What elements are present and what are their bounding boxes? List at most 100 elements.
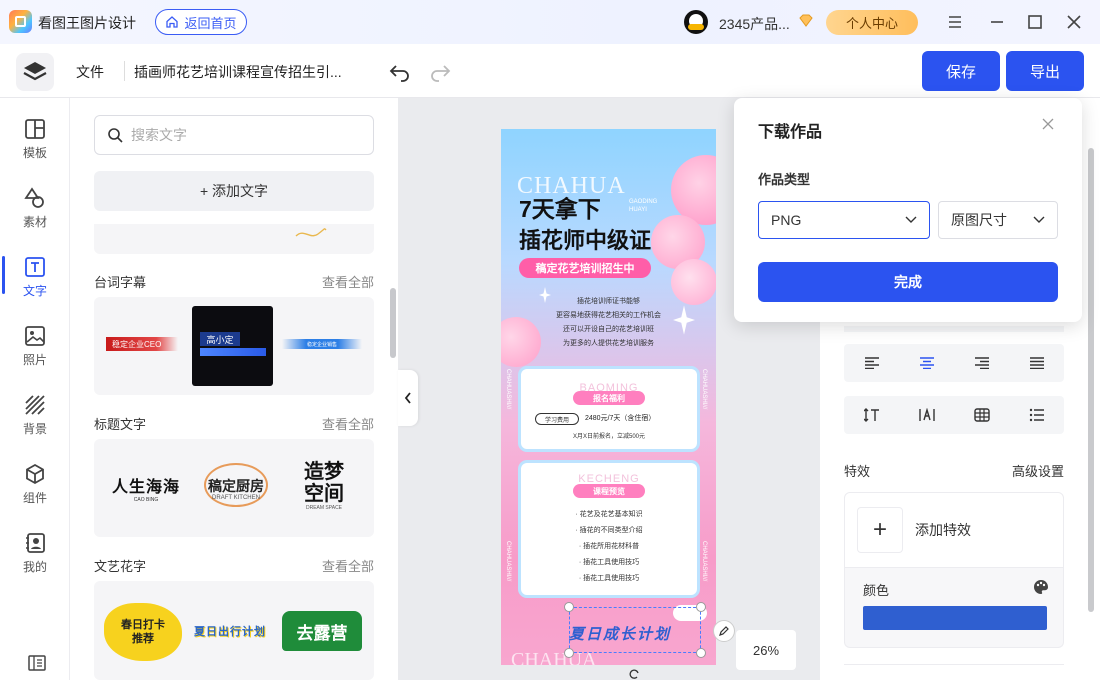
subtitle-sample-3[interactable]: 稳定企业销售 (282, 339, 362, 349)
subtitle-sample-2[interactable]: 高小定 (192, 306, 273, 386)
art-text-sample-2[interactable]: 夏日出行计划 (194, 623, 272, 639)
rotate-icon[interactable] (625, 668, 643, 680)
rail-item-my[interactable]: 我的 (0, 532, 70, 588)
avatar[interactable] (684, 10, 708, 34)
document-title[interactable]: 插画师花艺培训课程宣传招生引... (134, 62, 344, 82)
edit-pen-icon[interactable] (713, 620, 735, 642)
line-height-icon[interactable] (860, 403, 884, 427)
poster-side-text: CHAHUASHI/// (505, 369, 511, 410)
align-justify-icon[interactable] (1025, 351, 1049, 375)
size-select[interactable]: 原图尺寸 (938, 201, 1058, 239)
plus-icon: + (857, 507, 903, 553)
rail-label: 我的 (22, 560, 47, 574)
home-button-label: 返回首页 (184, 15, 237, 31)
color-label: 颜色 (863, 583, 890, 598)
palette-icon[interactable] (1033, 579, 1049, 595)
text-panel: 搜索文字 + 添加文字 台词字幕 查看全部 稳定企业CEO 高小定 稳定企业销售… (70, 98, 398, 680)
resize-handle[interactable] (696, 602, 706, 612)
sparkle-icon (673, 305, 695, 335)
add-text-button[interactable]: + 添加文字 (94, 171, 374, 211)
chevron-left-icon (404, 392, 411, 404)
prev-section-card[interactable] (94, 224, 374, 254)
vip-diamond-icon[interactable] (797, 12, 815, 30)
menu-icon[interactable] (944, 11, 966, 33)
user-name[interactable]: 2345产品... (719, 14, 790, 34)
align-left-icon[interactable] (860, 351, 884, 375)
rail-item-material[interactable]: 素材 (0, 187, 70, 243)
resize-handle[interactable] (564, 648, 574, 658)
search-icon (108, 128, 123, 143)
home-icon (166, 16, 179, 28)
resize-handle[interactable] (696, 648, 706, 658)
title-sample-1[interactable]: 人生海海 CAO BING (108, 473, 184, 503)
layers-logo-icon[interactable] (16, 53, 54, 91)
redo-icon[interactable] (428, 60, 452, 84)
dialog-close-icon[interactable] (1042, 118, 1054, 130)
background-icon (25, 395, 45, 415)
selection-box[interactable] (569, 607, 701, 653)
home-button[interactable]: 返回首页 (155, 9, 247, 35)
prev-control-row (844, 326, 1064, 332)
file-menu[interactable]: 文件 (76, 62, 104, 82)
align-center-icon[interactable] (915, 351, 939, 375)
close-icon[interactable] (1063, 11, 1085, 33)
add-effect-button[interactable]: + 添加特效 (844, 492, 1064, 568)
view-all-link[interactable]: 查看全部 (322, 556, 374, 575)
save-button[interactable]: 保存 (922, 51, 1000, 91)
subtitle-sample-1[interactable]: 稳定企业CEO (106, 337, 178, 351)
dialog-title: 下载作品 (758, 124, 823, 141)
subtitle-samples-card: 稳定企业CEO 高小定 稳定企业销售 (94, 297, 374, 395)
art-text-sample-1[interactable]: 春日打卡推荐 (104, 603, 182, 661)
app-logo-icon (9, 10, 32, 33)
component-icon (26, 463, 44, 485)
rail-item-photo[interactable]: 照片 (0, 325, 70, 381)
title-sample-3[interactable]: 造梦空间 DREAM SPACE (290, 461, 358, 511)
align-right-icon[interactable] (970, 351, 994, 375)
section-header-subtitles: 台词字幕 查看全部 (94, 272, 374, 291)
my-icon (26, 533, 45, 553)
rail-item-template[interactable]: 模板 (0, 118, 70, 174)
poster-card-signup: BAOMING 报名福利 学习费用 2480元/7天（含住宿） X月X日前报名，… (521, 369, 697, 449)
poster-headline-2: 插花师中级证 (519, 228, 652, 253)
panel-toggle-icon[interactable] (28, 655, 46, 671)
panel-scrollbar[interactable] (390, 288, 396, 358)
chevron-down-icon (1033, 216, 1045, 223)
minimize-icon[interactable] (986, 11, 1008, 33)
export-button[interactable]: 导出 (1006, 51, 1084, 91)
list-icon[interactable] (1025, 403, 1049, 427)
format-select[interactable]: PNG (758, 201, 930, 239)
personal-center-button[interactable]: 个人中心 (826, 10, 918, 35)
rail-item-background[interactable]: 背景 (0, 394, 70, 450)
format-value: PNG (771, 212, 802, 228)
text-icon (25, 257, 45, 277)
color-swatch[interactable] (863, 606, 1047, 630)
color-section: 颜色 (844, 568, 1064, 648)
properties-scrollbar[interactable] (1088, 148, 1094, 612)
view-all-link[interactable]: 查看全部 (322, 414, 374, 433)
toolbar-divider (124, 61, 125, 81)
confirm-button[interactable]: 完成 (758, 262, 1058, 302)
poster-sub-letters: GAODING HUAYI (629, 199, 658, 213)
title-sample-2[interactable]: 稿定厨房 DRAFT KITCHEN (198, 463, 274, 513)
art-text-sample-3[interactable]: 去露营 (282, 611, 362, 651)
letter-spacing-icon[interactable] (915, 403, 939, 427)
table-icon[interactable] (970, 403, 994, 427)
search-input[interactable]: 搜索文字 (94, 115, 374, 155)
collapse-panel-button[interactable] (398, 370, 418, 426)
view-all-link[interactable]: 查看全部 (322, 272, 374, 291)
shapes-icon (24, 187, 44, 208)
advanced-settings-link[interactable]: 高级设置 (1012, 461, 1064, 480)
rail-label: 背景 (22, 422, 47, 436)
resize-handle[interactable] (564, 602, 574, 612)
rail-item-text[interactable]: 文字 (0, 256, 70, 312)
search-placeholder: 搜索文字 (131, 127, 187, 143)
rail-label: 照片 (22, 353, 47, 367)
poster-side-text: CHAHUASHI/// (701, 541, 707, 582)
poster-canvas[interactable]: CHAHUA GAODING HUAYI 7天拿下 插花师中级证 稿定花艺培训招生… (501, 129, 716, 665)
rail-item-component[interactable]: 组件 (0, 463, 70, 519)
maximize-icon[interactable] (1024, 11, 1046, 33)
poster-side-text: CHAHUASHI/// (505, 541, 511, 582)
zoom-level[interactable]: 26% (736, 630, 796, 670)
section-title: 标题文字 (94, 417, 147, 432)
undo-icon[interactable] (388, 60, 412, 84)
